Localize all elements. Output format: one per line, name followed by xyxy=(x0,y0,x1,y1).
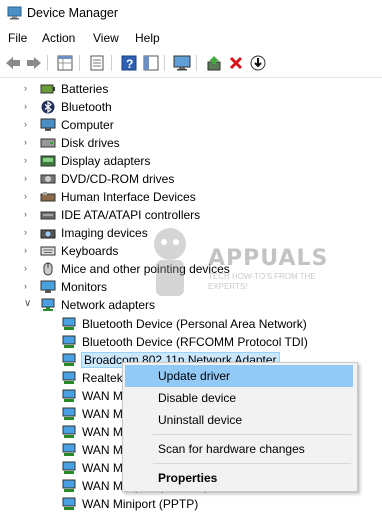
network-adapter-icon xyxy=(61,461,77,475)
tree-item-wan-5[interactable]: WAN M xyxy=(61,459,123,477)
disable-download-icon[interactable] xyxy=(249,54,267,72)
expand-chevron-icon[interactable]: › xyxy=(24,83,27,93)
toolbar-divider xyxy=(111,55,112,71)
tree-item-disk-drives[interactable]: › Disk drives xyxy=(24,134,120,152)
watermark-brand: APPUALS xyxy=(208,246,329,271)
expand-chevron-icon[interactable]: › xyxy=(24,281,27,291)
menu-uninstall-device[interactable]: Uninstall device xyxy=(125,409,353,431)
toolbar-divider xyxy=(79,55,80,71)
expand-chevron-icon[interactable]: › xyxy=(24,263,27,273)
back-arrow-icon[interactable] xyxy=(4,54,22,72)
device-manager-icon xyxy=(7,6,22,20)
network-icon xyxy=(40,298,56,312)
monitor-scan-icon[interactable] xyxy=(173,54,191,72)
expand-chevron-icon[interactable]: › xyxy=(24,119,27,129)
expand-chevron-icon[interactable]: › xyxy=(24,209,27,219)
details-icon[interactable] xyxy=(88,54,106,72)
network-adapter-icon xyxy=(61,407,77,421)
uninstall-x-icon[interactable] xyxy=(227,54,245,72)
tree-item-wan-3[interactable]: WAN M xyxy=(61,423,123,441)
menu-scan-hardware[interactable]: Scan for hardware changes xyxy=(125,438,353,460)
toolbar: ? xyxy=(0,49,382,78)
tree-item-wan-4[interactable]: WAN M xyxy=(61,441,123,459)
forward-arrow-icon[interactable] xyxy=(25,54,43,72)
network-adapter-icon xyxy=(61,371,77,385)
tree-item-imaging-devices[interactable]: › Imaging devices xyxy=(24,224,148,242)
context-menu: Update driver Disable device Uninstall d… xyxy=(122,362,358,492)
camera-icon xyxy=(40,226,56,240)
tree-item-bt-rfcomm[interactable]: Bluetooth Device (RFCOMM Protocol TDI) xyxy=(61,333,308,351)
expand-chevron-icon[interactable]: › xyxy=(24,173,27,183)
update-driver-icon[interactable] xyxy=(205,54,223,72)
menu-properties[interactable]: Properties xyxy=(125,467,353,489)
network-adapter-icon xyxy=(61,479,77,493)
network-adapter-icon xyxy=(61,335,77,349)
menu-bar: File Action View Help xyxy=(0,28,382,49)
menu-file[interactable]: File xyxy=(8,31,27,45)
expand-chevron-icon[interactable]: › xyxy=(24,101,27,111)
dvd-icon xyxy=(40,172,56,186)
expand-chevron-icon[interactable]: › xyxy=(24,137,27,147)
tree-item-realtek[interactable]: Realtek xyxy=(61,369,123,387)
watermark-tagline: TECH HOW-TO'S FROM THE EXPERTS! xyxy=(208,272,316,291)
tree-item-display-adapters[interactable]: › Display adapters xyxy=(24,152,150,170)
menu-action[interactable]: Action xyxy=(42,31,75,45)
network-adapter-icon xyxy=(61,425,77,439)
bluetooth-icon xyxy=(40,100,56,114)
toolbar-divider xyxy=(164,55,165,71)
menu-update-driver[interactable]: Update driver xyxy=(125,365,353,387)
properties-grid-icon[interactable] xyxy=(56,54,74,72)
computer-icon xyxy=(40,118,56,132)
collapse-chevron-icon[interactable]: ∨ xyxy=(24,298,31,309)
mascot-logo-icon xyxy=(154,228,186,296)
appuals-watermark: APPUALS TECH HOW-TO'S FROM THE EXPERTS! xyxy=(138,222,327,302)
battery-icon xyxy=(40,82,56,96)
details-pane-icon[interactable] xyxy=(142,54,160,72)
expand-chevron-icon[interactable]: › xyxy=(24,191,27,201)
tree-item-bt-pan[interactable]: Bluetooth Device (Personal Area Network) xyxy=(61,315,307,333)
tree-item-wan-1[interactable]: WAN M xyxy=(61,387,123,405)
menu-separator xyxy=(153,463,351,464)
help-icon[interactable]: ? xyxy=(120,54,138,72)
hid-icon xyxy=(40,190,56,204)
tree-item-keyboards[interactable]: › Keyboards xyxy=(24,242,118,260)
network-adapter-icon xyxy=(61,389,77,403)
monitor-icon xyxy=(40,280,56,294)
network-adapter-icon xyxy=(61,353,77,367)
tree-item-network-adapters[interactable]: ∨ Network adapters xyxy=(24,296,155,314)
menu-disable-device[interactable]: Disable device xyxy=(125,387,353,409)
menu-help[interactable]: Help xyxy=(135,31,160,45)
display-icon xyxy=(40,154,56,168)
tree-item-bluetooth[interactable]: › Bluetooth xyxy=(24,98,112,116)
network-adapter-icon xyxy=(61,317,77,331)
expand-chevron-icon[interactable]: › xyxy=(24,227,27,237)
mouse-icon xyxy=(40,262,56,276)
network-adapter-icon xyxy=(61,443,77,457)
menu-separator xyxy=(153,434,351,435)
ide-icon xyxy=(40,208,56,222)
tree-item-wan-pptp[interactable]: WAN Miniport (PPTP) xyxy=(61,495,198,513)
tree-item-dvd-drives[interactable]: › DVD/CD-ROM drives xyxy=(24,170,174,188)
window-title: Device Manager xyxy=(27,6,119,20)
keyboard-icon xyxy=(40,244,56,258)
tree-item-wan-2[interactable]: WAN M xyxy=(61,405,123,423)
disk-icon xyxy=(40,136,56,150)
menu-view[interactable]: View xyxy=(93,31,119,45)
tree-item-hid[interactable]: › Human Interface Devices xyxy=(24,188,196,206)
expand-chevron-icon[interactable]: › xyxy=(24,155,27,165)
toolbar-divider xyxy=(196,55,197,71)
toolbar-divider xyxy=(47,55,48,71)
tree-item-monitors[interactable]: › Monitors xyxy=(24,278,107,296)
network-adapter-icon xyxy=(61,497,77,511)
tree-item-computer[interactable]: › Computer xyxy=(24,116,114,134)
title-bar: Device Manager xyxy=(0,0,382,28)
tree-item-batteries[interactable]: › Batteries xyxy=(24,80,108,98)
expand-chevron-icon[interactable]: › xyxy=(24,245,27,255)
svg-text:?: ? xyxy=(126,57,133,71)
